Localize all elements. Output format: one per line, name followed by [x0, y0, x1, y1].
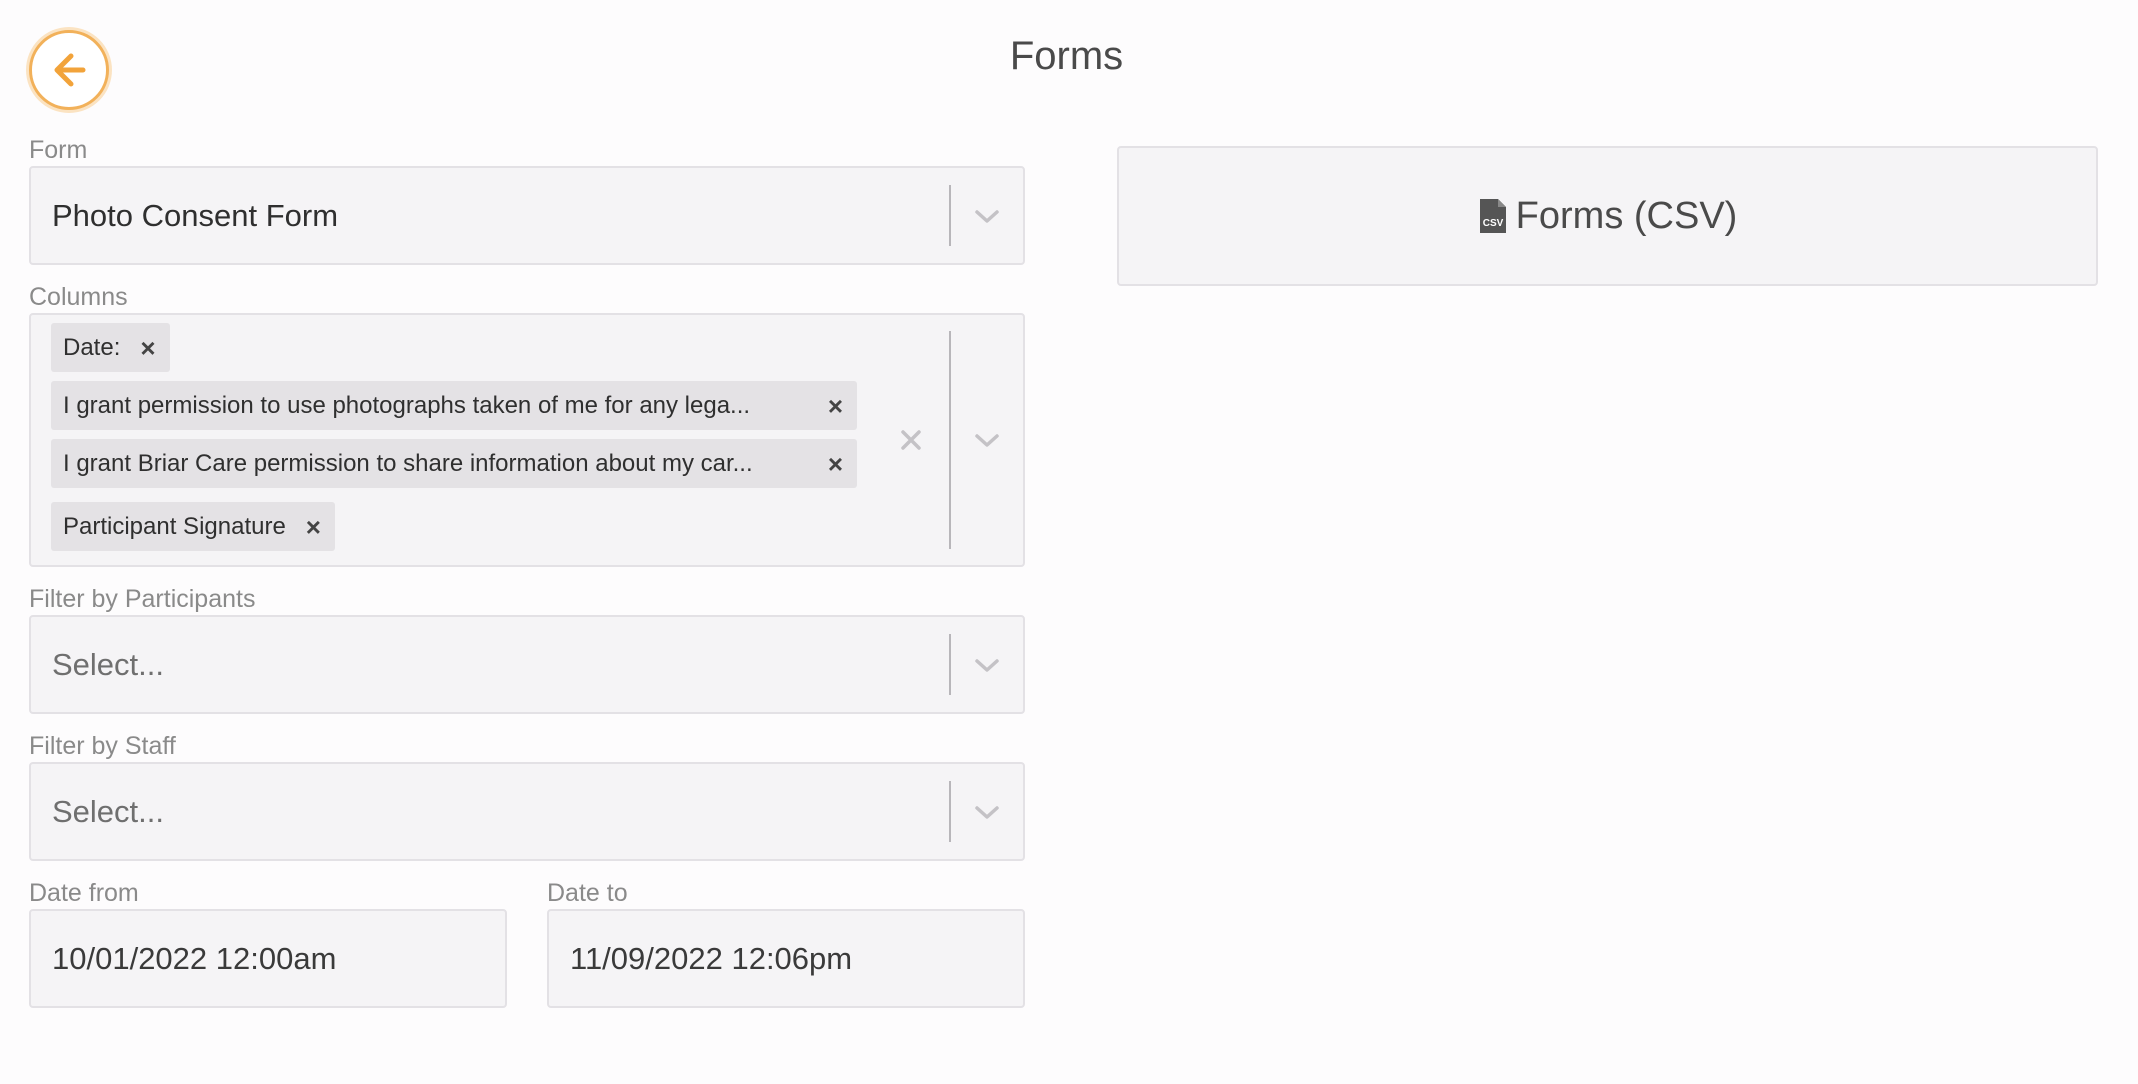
staff-filter-select[interactable]: Select... — [29, 762, 1025, 861]
column-chip-label: I grant permission to use photographs ta… — [63, 391, 751, 419]
date-from-label: Date from — [29, 879, 139, 907]
export-csv-label: Forms (CSV) — [1515, 194, 1738, 237]
date-to-group: Date to 11/09/2022 12:06pm — [547, 877, 1025, 1008]
select-divider — [949, 185, 951, 246]
date-from-group: Date from 10/01/2022 12:00am — [29, 877, 507, 1008]
date-from-input[interactable]: 10/01/2022 12:00am — [29, 909, 507, 1008]
chevron-down-icon[interactable] — [973, 653, 1001, 677]
chevron-down-icon[interactable] — [973, 428, 1001, 452]
select-divider — [949, 331, 951, 549]
form-label: Form — [29, 136, 88, 164]
date-range: Date from 10/01/2022 12:00am Date to 11/… — [29, 877, 1025, 1027]
remove-chip-icon[interactable]: × — [828, 393, 843, 419]
column-chip-label: Date: — [63, 333, 121, 361]
date-to-input[interactable]: 11/09/2022 12:06pm — [547, 909, 1025, 1008]
export-csv-button[interactable]: CSV Forms (CSV) — [1117, 146, 2098, 286]
select-divider — [949, 781, 951, 842]
chevron-down-icon[interactable] — [973, 800, 1001, 824]
columns-multiselect[interactable]: Date: × I grant permission to use photog… — [29, 313, 1025, 567]
participants-filter-placeholder: Select... — [52, 647, 164, 682]
column-chip: I grant Briar Care permission to share i… — [51, 439, 857, 488]
page-title: Forms — [1009, 34, 1124, 78]
form-select-value: Photo Consent Form — [52, 198, 339, 233]
column-chip: I grant permission to use photographs ta… — [51, 381, 857, 430]
participants-filter-select[interactable]: Select... — [29, 615, 1025, 714]
page: Forms Form Photo Consent Form Columns Da… — [0, 0, 2138, 1084]
chevron-down-icon[interactable] — [973, 204, 1001, 228]
remove-chip-icon[interactable]: × — [306, 514, 321, 540]
remove-chip-icon[interactable]: × — [140, 335, 155, 361]
column-chip-label: Participant Signature — [63, 512, 286, 540]
staff-filter-label: Filter by Staff — [29, 732, 176, 760]
remove-chip-icon[interactable]: × — [828, 451, 843, 477]
svg-text:CSV: CSV — [1482, 218, 1503, 229]
filters-panel: Form Photo Consent Form Columns Date: × … — [29, 134, 1025, 1027]
staff-filter-placeholder: Select... — [52, 794, 164, 829]
column-chip-label: I grant Briar Care permission to share i… — [63, 449, 753, 477]
csv-file-icon: CSV — [1479, 199, 1506, 233]
columns-label: Columns — [29, 283, 128, 311]
participants-filter-label: Filter by Participants — [29, 585, 256, 613]
date-to-label: Date to — [547, 879, 628, 907]
select-divider — [949, 634, 951, 695]
columns-chip-list: Date: × I grant permission to use photog… — [51, 323, 861, 560]
column-chip: Date: × — [51, 323, 170, 372]
column-chip: Participant Signature × — [51, 502, 335, 551]
form-select[interactable]: Photo Consent Form — [29, 166, 1025, 265]
clear-all-icon[interactable] — [897, 426, 925, 454]
